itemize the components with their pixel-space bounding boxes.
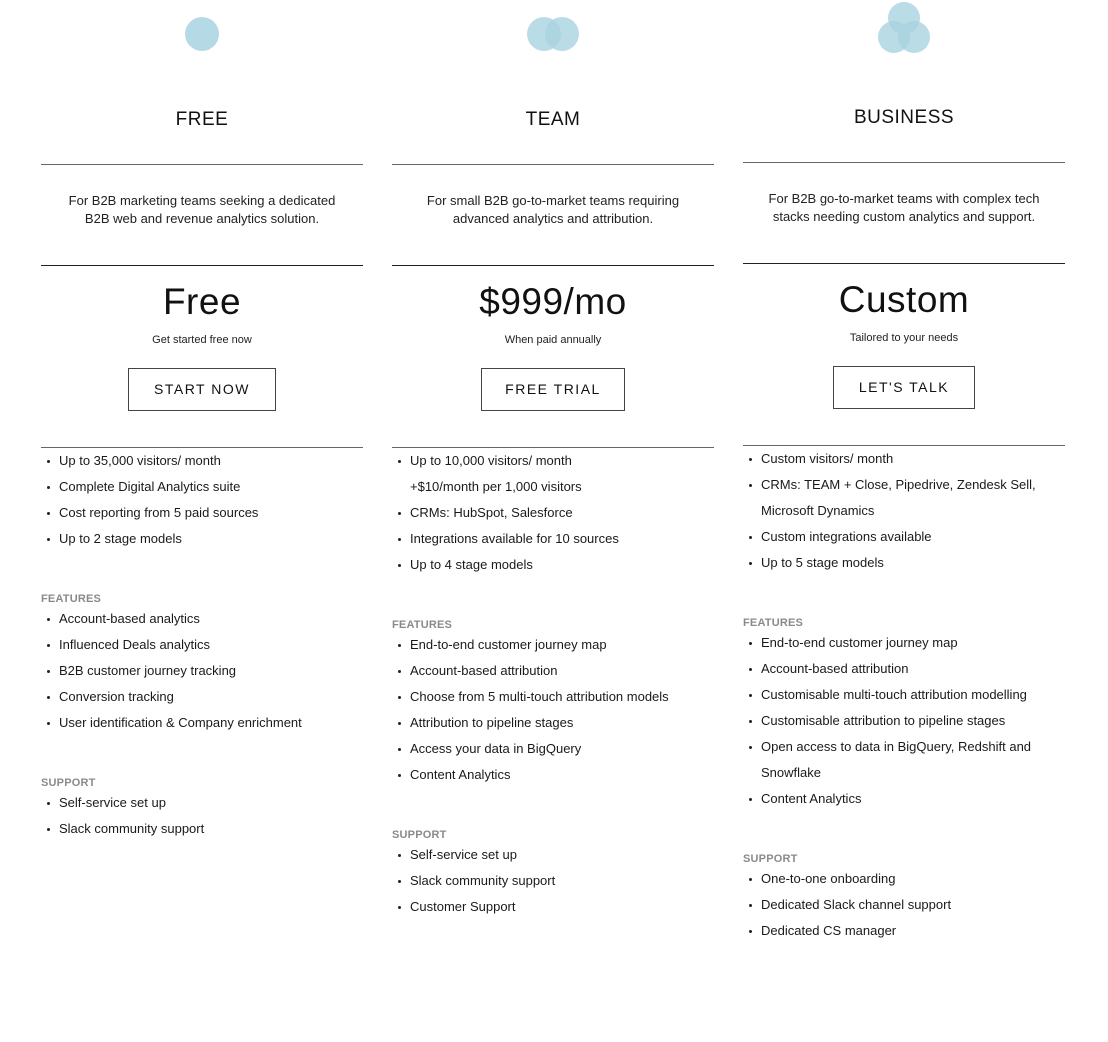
lets-talk-button[interactable]: LET'S TALK (833, 366, 975, 409)
plan-price: $999/mo (479, 281, 627, 322)
list-item: User identification & Company enrichment (41, 710, 363, 736)
plan-name: BUSINESS (853, 107, 955, 128)
list-item: Up to 35,000 visitors/ month (41, 448, 363, 474)
plan-card-team: TEAM For small B2B go-to-market teams re… (392, 0, 714, 920)
list-item: Integrations available for 10 sources (392, 526, 714, 552)
list-item: Custom visitors/ month (743, 446, 1065, 472)
plan-description: For small B2B go-to-market teams requiri… (426, 193, 680, 226)
plan-limits-list: Up to 10,000 visitors/ month +$10/month p… (392, 448, 714, 578)
plan-card-business: BUSINESS For B2B go-to-market teams with… (743, 0, 1065, 944)
list-item: End-to-end customer journey map (743, 630, 1065, 656)
plan-logo (41, 0, 363, 82)
price-note: Tailored to your needs (849, 332, 959, 344)
support-list: Self-service set up Slack community suppo… (41, 790, 363, 842)
features-heading: FEATURES (41, 593, 102, 605)
list-item: One-to-one onboarding (743, 866, 1065, 892)
price-note: When paid annually (504, 334, 602, 346)
features-list: End-to-end customer journey map Account-b… (392, 632, 714, 788)
divider (41, 265, 363, 266)
support-list: One-to-one onboarding Dedicated Slack cha… (743, 866, 1065, 944)
plan-price: Custom (838, 279, 970, 320)
plan-card-free: FREE For B2B marketing teams seeking a d… (41, 0, 363, 842)
list-item: Content Analytics (392, 762, 714, 788)
list-item: Custom integrations available (743, 524, 1065, 550)
list-item: Up to 4 stage models (392, 552, 714, 578)
plan-description: For B2B go-to-market teams with complex … (768, 191, 1040, 224)
list-item: Up to 10,000 visitors/ month (392, 448, 714, 474)
list-item-continuation: Microsoft Dynamics (761, 503, 875, 518)
list-item: Influenced Deals analytics (41, 632, 363, 658)
list-item: Dedicated CS manager (743, 918, 1065, 944)
start-now-button[interactable]: START NOW (128, 368, 276, 411)
list-item: Up to 2 stage models (41, 526, 363, 552)
list-item: Content Analytics (743, 786, 1065, 812)
list-item: Account-based analytics (41, 606, 363, 632)
list-item: Slack community support (392, 868, 714, 894)
features-heading: FEATURES (743, 617, 804, 629)
list-item: Open access to data in BigQuery, Redshif… (743, 734, 1065, 760)
features-list: Account-based analytics Influenced Deals … (41, 606, 363, 736)
list-item: Up to 5 stage models (743, 550, 1065, 576)
support-heading: SUPPORT (743, 853, 798, 865)
list-item: Attribution to pipeline stages (392, 710, 714, 736)
list-item: Customer Support (392, 894, 714, 920)
two-circles-icon (527, 17, 579, 51)
three-circles-icon (878, 2, 930, 53)
list-item: Self-service set up (392, 842, 714, 868)
divider (743, 263, 1065, 264)
list-item: Access your data in BigQuery (392, 736, 714, 762)
list-item: B2B customer journey tracking (41, 658, 363, 684)
list-item: Conversion tracking (41, 684, 363, 710)
list-item: CRMs: TEAM + Close, Pipedrive, Zendesk S… (743, 472, 1065, 498)
plan-name: TEAM (525, 109, 581, 130)
features-heading: FEATURES (392, 619, 453, 631)
support-heading: SUPPORT (392, 829, 447, 841)
plan-limits-list: Custom visitors/ month CRMs: TEAM + Close… (743, 446, 1065, 576)
single-circle-icon (185, 17, 219, 51)
list-item: Customisable attribution to pipeline sta… (743, 708, 1065, 734)
free-trial-button[interactable]: FREE TRIAL (481, 368, 625, 411)
list-item: End-to-end customer journey map (392, 632, 714, 658)
list-item: Account-based attribution (743, 656, 1065, 682)
list-item-continuation: Snowflake (761, 765, 821, 780)
divider (392, 265, 714, 266)
plan-logo (743, 0, 1065, 80)
plan-limits-list: Up to 35,000 visitors/ month Complete Dig… (41, 448, 363, 552)
list-item: Self-service set up (41, 790, 363, 816)
support-list: Self-service set up Slack community suppo… (392, 842, 714, 920)
list-item: Complete Digital Analytics suite (41, 474, 363, 500)
support-heading: SUPPORT (41, 777, 96, 789)
price-note: Get started free now (152, 334, 252, 346)
list-item: Dedicated Slack channel support (743, 892, 1065, 918)
plan-description: For B2B marketing teams seeking a dedica… (68, 193, 336, 226)
plan-name: FREE (175, 109, 229, 130)
list-item: Cost reporting from 5 paid sources (41, 500, 363, 526)
list-item: CRMs: HubSpot, Salesforce (392, 500, 714, 526)
list-item: Choose from 5 multi-touch attribution mo… (392, 684, 714, 710)
list-item-continuation: +$10/month per 1,000 visitors (410, 479, 582, 494)
plan-price: Free (162, 281, 242, 322)
list-item: Customisable multi-touch attribution mod… (743, 682, 1065, 708)
list-item: Account-based attribution (392, 658, 714, 684)
plan-logo (392, 0, 714, 82)
list-item: Slack community support (41, 816, 363, 842)
features-list: End-to-end customer journey map Account-b… (743, 630, 1065, 812)
